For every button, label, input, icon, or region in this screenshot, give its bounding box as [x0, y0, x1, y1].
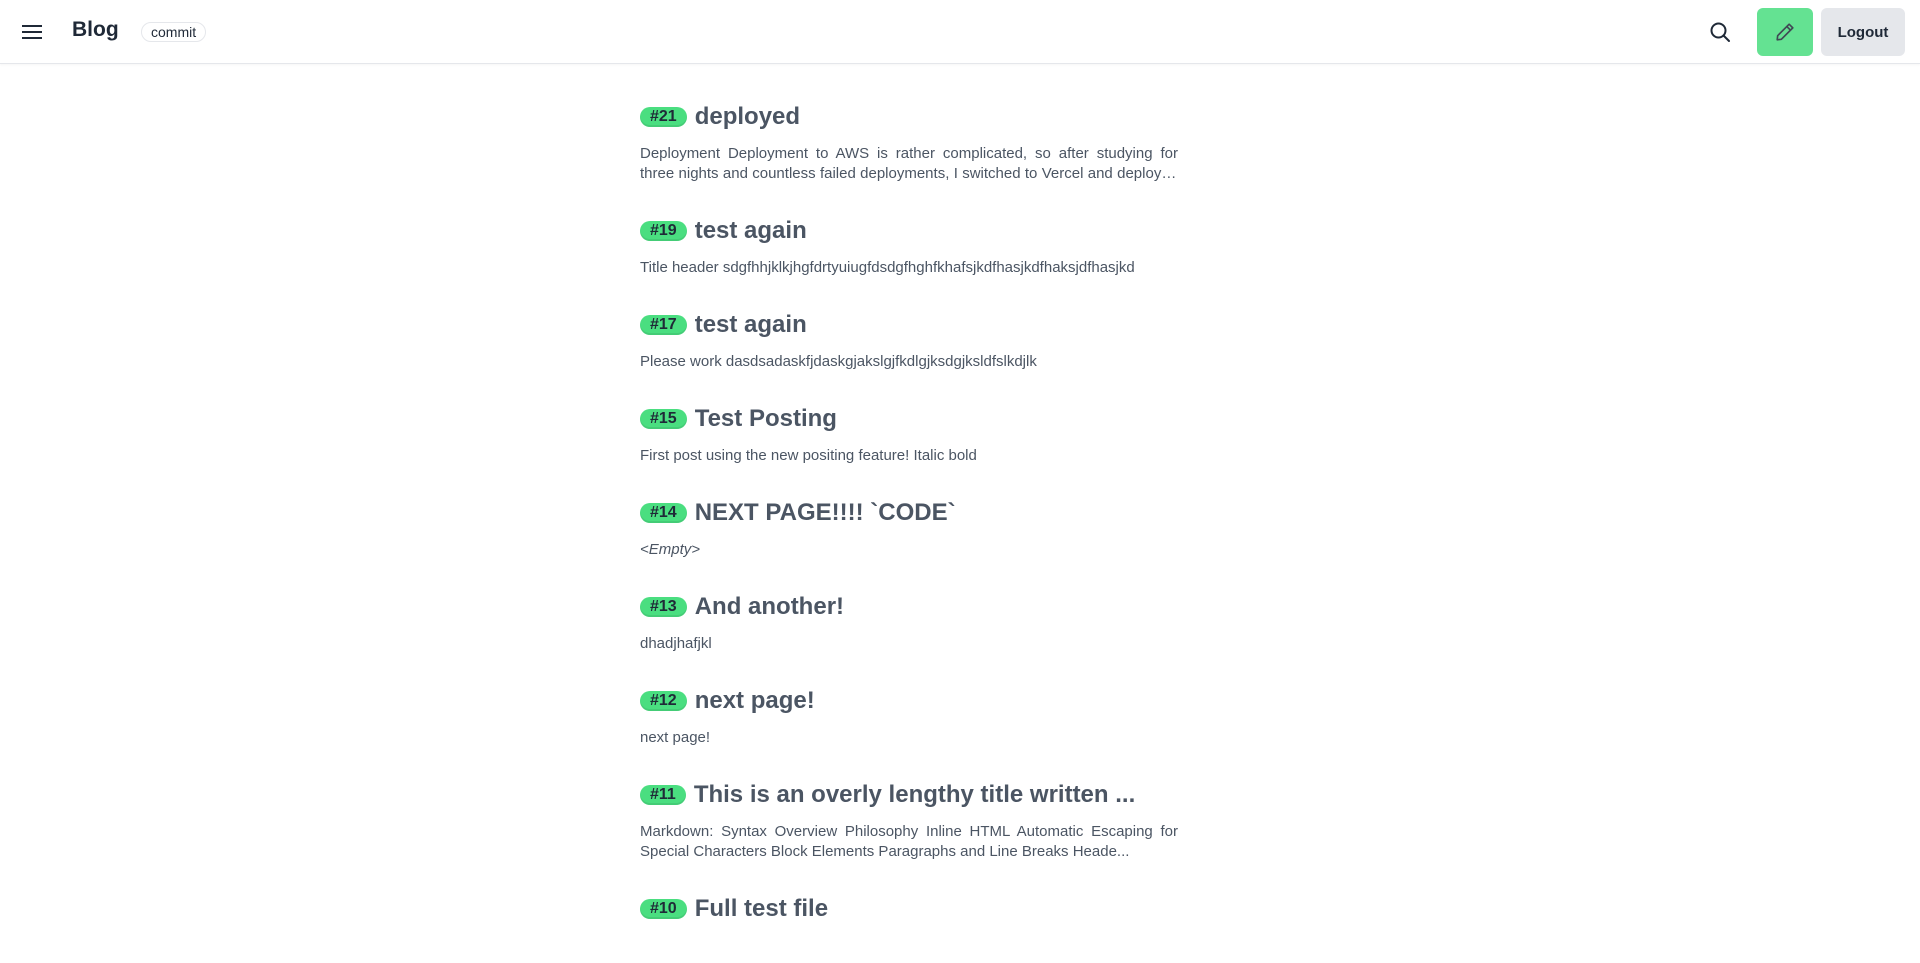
post-title[interactable]: Full test file: [695, 895, 828, 923]
post-title[interactable]: test again: [695, 311, 807, 339]
hamburger-menu-icon[interactable]: [14, 16, 50, 48]
post-item[interactable]: #13 And another! dhadjhafjkl: [640, 590, 1178, 654]
post-feed: #21 deployed Deployment Deployment to AW…: [640, 100, 1178, 956]
post-excerpt: Please work dasdsadaskfjdaskgjakslgjfkdl…: [640, 353, 1037, 370]
post-header: #13 And another!: [640, 590, 1178, 624]
post-id-badge: #12: [640, 691, 687, 711]
post-header: #12 next page!: [640, 684, 1178, 718]
post-item[interactable]: #21 deployed Deployment Deployment to AW…: [640, 100, 1178, 184]
post-item[interactable]: #17 test again Please work dasdsadaskfjd…: [640, 308, 1178, 372]
post-item[interactable]: #14 NEXT PAGE!!!! `CODE` <Empty>: [640, 496, 1178, 560]
post-title[interactable]: This is an overly lengthy title written …: [694, 781, 1135, 809]
post-header: #11 This is an overly lengthy title writ…: [640, 778, 1178, 812]
post-title[interactable]: test again: [695, 217, 807, 245]
post-header: #10 Full test file: [640, 892, 1178, 926]
search-icon[interactable]: [1704, 16, 1736, 48]
post-excerpt-empty: <Empty>: [640, 541, 701, 558]
post-excerpt: Title header sdgfhhjklkjhgfdrtyuiugfdsdg…: [640, 259, 1135, 276]
post-id-badge: #15: [640, 409, 687, 429]
post-id-badge: #10: [640, 899, 687, 919]
post-excerpt: Markdown: Syntax Overview Philosophy Inl…: [640, 823, 1178, 860]
post-title[interactable]: Test Posting: [695, 405, 837, 433]
post-header: #19 test again: [640, 214, 1178, 248]
post-excerpt: next page!: [640, 729, 711, 746]
post-item[interactable]: #15 Test Posting First post using the ne…: [640, 402, 1178, 466]
post-header: #21 deployed: [640, 100, 1178, 134]
search-icon-glyph: [1710, 22, 1730, 42]
post-id-badge: #11: [640, 785, 686, 805]
post-id-badge: #21: [640, 107, 687, 127]
post-title[interactable]: deployed: [695, 103, 800, 131]
pencil-icon: [1776, 23, 1794, 41]
post-item[interactable]: #19 test again Title header sdgfhhjklkjh…: [640, 214, 1178, 278]
top-navbar: Blog commit Logout: [0, 0, 1920, 64]
post-item[interactable]: #11 This is an overly lengthy title writ…: [640, 778, 1178, 862]
post-header: #17 test again: [640, 308, 1178, 342]
post-id-badge: #19: [640, 221, 687, 241]
new-post-button[interactable]: [1757, 8, 1813, 56]
post-title[interactable]: next page!: [695, 687, 815, 715]
post-item[interactable]: #10 Full test file: [640, 892, 1178, 926]
post-id-badge: #13: [640, 597, 687, 617]
post-excerpt: Deployment Deployment to AWS is rather c…: [640, 145, 1178, 182]
commit-badge: commit: [141, 22, 207, 42]
post-header: #14 NEXT PAGE!!!! `CODE`: [640, 496, 1178, 530]
post-item[interactable]: #12 next page! next page!: [640, 684, 1178, 748]
post-excerpt: First post using the new positing featur…: [640, 447, 977, 464]
post-id-badge: #17: [640, 315, 687, 335]
post-title[interactable]: And another!: [695, 593, 844, 621]
post-header: #15 Test Posting: [640, 402, 1178, 436]
hamburger-menu-icon-glyph: [22, 25, 42, 39]
post-id-badge: #14: [640, 503, 687, 523]
brand-link[interactable]: Blog: [72, 18, 119, 42]
post-title[interactable]: NEXT PAGE!!!! `CODE`: [695, 499, 956, 527]
post-excerpt: dhadjhafjkl: [640, 635, 712, 652]
logout-button[interactable]: Logout: [1821, 8, 1905, 56]
